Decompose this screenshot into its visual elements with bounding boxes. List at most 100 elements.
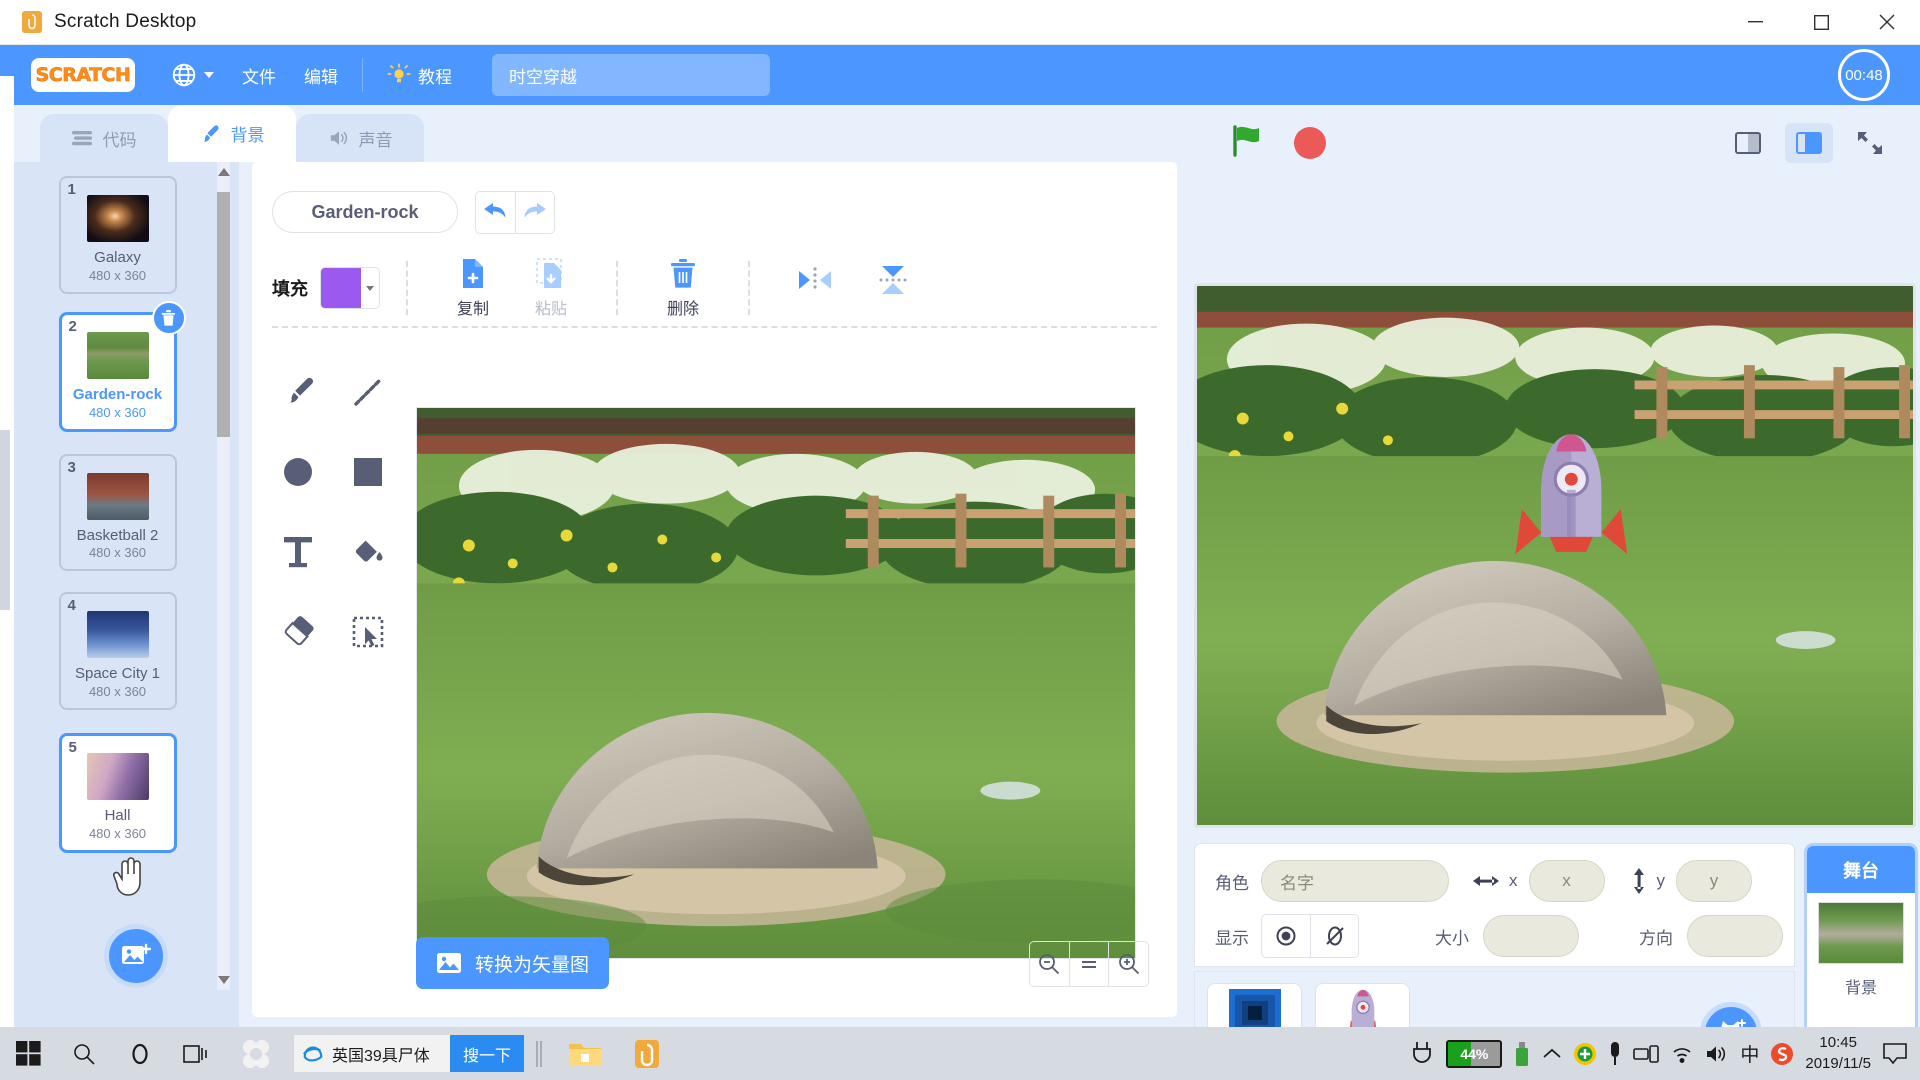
costume-name-value: Garden-rock xyxy=(311,201,419,222)
scratch-pinned-icon[interactable] xyxy=(224,1027,288,1080)
backdrop-item-5[interactable]: 5 Hall 480 x 360 xyxy=(58,733,177,853)
search-widget[interactable]: 英国39具尸体 搜一下 xyxy=(294,1035,524,1072)
scroll-down-icon[interactable] xyxy=(218,976,230,984)
security-icon[interactable] xyxy=(1573,1042,1597,1066)
brush-icon xyxy=(290,377,314,403)
wifi-icon[interactable] xyxy=(1670,1044,1694,1064)
tab-code[interactable]: 代码 xyxy=(40,114,168,162)
large-stage-button[interactable] xyxy=(1785,123,1833,163)
select-tool[interactable] xyxy=(338,612,398,652)
y-arrow-icon xyxy=(1633,868,1644,894)
delete-button[interactable]: 删除 xyxy=(644,258,722,319)
battery-indicator[interactable]: 44% xyxy=(1446,1039,1503,1068)
internet-explorer-icon xyxy=(302,1045,323,1062)
stop-button[interactable] xyxy=(1294,127,1326,159)
power-plug-icon[interactable] xyxy=(1409,1040,1435,1068)
microphone-icon[interactable] xyxy=(1608,1041,1622,1067)
notification-icon[interactable] xyxy=(1882,1042,1908,1066)
convert-to-vector-button[interactable]: 转换为矢量图 xyxy=(416,937,610,989)
select-icon xyxy=(352,616,384,648)
backdrop-item-4[interactable]: 4 Space City 1 480 x 360 xyxy=(58,592,177,710)
paste-icon xyxy=(536,257,562,288)
backdrop-item-1[interactable]: 1 Galaxy 480 x 360 xyxy=(58,176,177,294)
clock-time: 10:45 xyxy=(1819,1034,1857,1052)
line-tool[interactable] xyxy=(338,372,398,412)
fullscreen-button[interactable] xyxy=(1846,123,1894,163)
rectangle-tool[interactable] xyxy=(338,452,398,492)
circle-icon xyxy=(284,458,312,486)
scratch-logo[interactable]: SCRATCH xyxy=(31,58,135,92)
undo-icon xyxy=(483,203,506,218)
project-name-input[interactable]: 时空穿越 xyxy=(492,54,770,96)
usb-icon[interactable] xyxy=(1513,1040,1531,1068)
task-view-icon[interactable] xyxy=(168,1027,224,1080)
zoom-out-button[interactable] xyxy=(1030,942,1069,986)
sprite-y-input[interactable]: y xyxy=(1676,860,1752,902)
volume-icon[interactable] xyxy=(1705,1043,1729,1065)
code-icon xyxy=(71,131,92,146)
sprite-name-input[interactable]: 名字 xyxy=(1261,860,1449,902)
scrollbar-thumb[interactable] xyxy=(217,192,230,437)
backdrop-name: Space City 1 xyxy=(74,665,161,683)
paste-button[interactable]: 粘贴 xyxy=(512,257,590,319)
backdrop-size: 480 x 360 xyxy=(88,404,147,420)
device-icon[interactable] xyxy=(1633,1044,1660,1064)
delete-backdrop-button[interactable] xyxy=(151,300,186,335)
hide-button[interactable] xyxy=(1310,915,1358,957)
sogou-icon[interactable] xyxy=(1770,1042,1794,1066)
chevron-up-icon[interactable] xyxy=(1542,1047,1562,1061)
flip-horizontal-button[interactable] xyxy=(776,267,854,293)
green-flag-button[interactable] xyxy=(1230,124,1266,163)
file-explorer-icon[interactable] xyxy=(554,1027,616,1080)
windows-start-icon[interactable] xyxy=(0,1027,56,1080)
search-icon[interactable] xyxy=(56,1027,112,1080)
brush-tool[interactable] xyxy=(268,372,328,412)
circle-tool[interactable] xyxy=(268,452,328,492)
zoom-reset-button[interactable] xyxy=(1068,942,1109,986)
maximize-icon[interactable] xyxy=(1788,0,1854,45)
search-go-button[interactable]: 搜一下 xyxy=(450,1035,524,1072)
scratch-taskbar-icon[interactable] xyxy=(616,1027,678,1080)
redo-button[interactable] xyxy=(516,192,555,233)
chevron-down-icon xyxy=(204,72,214,78)
sprite-name-placeholder: 名字 xyxy=(1280,873,1314,893)
show-label: 显示 xyxy=(1215,928,1249,948)
sprite-size-input[interactable] xyxy=(1483,915,1579,957)
text-tool[interactable] xyxy=(268,532,328,572)
language-menu[interactable] xyxy=(157,45,228,105)
paint-canvas[interactable] xyxy=(416,407,1136,959)
scroll-up-icon[interactable] xyxy=(218,168,230,176)
tab-sounds-label: 声音 xyxy=(358,130,393,150)
ime-indicator[interactable]: 中 xyxy=(1740,1040,1759,1067)
copy-button[interactable]: 复制 xyxy=(434,258,512,319)
backdrop-item-3[interactable]: 3 Basketball 2 480 x 360 xyxy=(58,453,177,572)
sprite-direction-input[interactable] xyxy=(1687,915,1783,957)
taskbar-clock[interactable]: 10:45 2019/11/5 xyxy=(1805,1033,1871,1074)
menubar-divider xyxy=(362,58,363,92)
tab-sounds[interactable]: 声音 xyxy=(296,114,424,162)
paintbrush-icon xyxy=(203,124,219,142)
cortana-icon[interactable] xyxy=(112,1027,168,1080)
undo-button[interactable] xyxy=(476,192,516,233)
flip-vertical-button[interactable] xyxy=(854,265,932,295)
menu-tutorials[interactable]: 教程 xyxy=(373,45,466,105)
backdrop-item-2[interactable]: 2 Garden-rock 480 x 360 xyxy=(58,300,186,432)
minimize-icon[interactable] xyxy=(1722,0,1788,45)
sprite-x-input[interactable]: x xyxy=(1528,860,1605,902)
small-stage-button[interactable] xyxy=(1724,123,1772,163)
lightbulb-icon xyxy=(387,63,411,83)
menu-edit[interactable]: 编辑 xyxy=(290,45,352,105)
close-icon[interactable] xyxy=(1854,0,1920,45)
show-button[interactable] xyxy=(1262,915,1310,957)
add-backdrop-button[interactable] xyxy=(104,924,168,988)
menu-file[interactable]: 文件 xyxy=(228,45,290,105)
costume-name-input[interactable]: Garden-rock xyxy=(272,191,458,233)
backdrop-list-scrollbar[interactable] xyxy=(217,162,230,990)
fill-label: 填充 xyxy=(272,279,308,299)
tab-backdrops[interactable]: 背景 xyxy=(168,105,296,162)
fill-color-picker[interactable] xyxy=(320,267,380,309)
fill-bucket-tool[interactable] xyxy=(338,532,398,572)
zoom-in-button[interactable] xyxy=(1108,942,1148,986)
eraser-tool[interactable] xyxy=(268,612,328,652)
stage[interactable] xyxy=(1194,283,1916,828)
